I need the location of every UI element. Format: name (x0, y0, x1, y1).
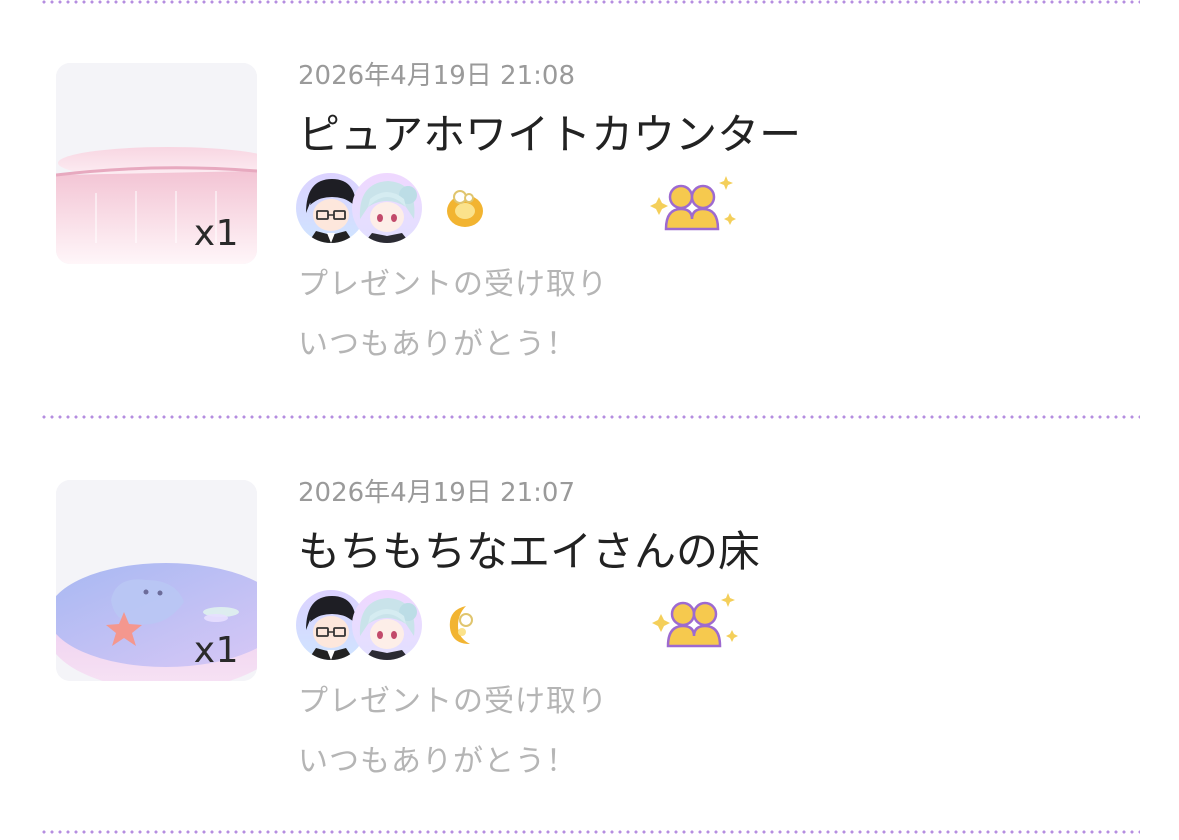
item-thumbnail-counter[interactable]: x1 (56, 63, 257, 264)
entry-divider (40, 415, 1140, 419)
gold-ring-icon (447, 190, 483, 227)
item-thumbnail-floor[interactable]: x1 (56, 480, 257, 681)
friends-sparkle-icon[interactable] (648, 173, 738, 243)
gift-entry[interactable]: x1 2026年4月19日 21:08 ピュアホワイトカウンター プレゼントの受… (0, 61, 1179, 423)
gift-message-line2: いつもありがとう！ (298, 744, 577, 779)
item-title: もちもちなエイさんの床 (298, 527, 761, 576)
avatar-girl-blue-hair-icon (359, 598, 417, 660)
gift-entry[interactable]: x1 2026年4月19日 21:07 もちもちなエイさんの床 プレゼントの受け… (0, 478, 1179, 840)
friends-sparkle-icon[interactable] (650, 590, 740, 660)
item-quantity: x1 (193, 630, 239, 671)
receiver-avatar[interactable] (352, 173, 422, 243)
receiver-avatar[interactable] (352, 590, 422, 660)
item-title: ピュアホワイトカウンター (298, 110, 802, 159)
top-divider (40, 0, 1140, 4)
avatar-girl-blue-hair-icon (359, 181, 417, 243)
item-quantity: x1 (193, 213, 239, 254)
gift-message-line1: プレゼントの受け取り (298, 267, 608, 302)
bottom-divider (40, 830, 1140, 834)
gold-moon-icon (449, 606, 473, 644)
gift-date: 2026年4月19日 21:07 (298, 478, 575, 508)
gift-message-line2: いつもありがとう！ (298, 327, 577, 362)
gift-message-line1: プレゼントの受け取り (298, 684, 608, 719)
gift-date: 2026年4月19日 21:08 (298, 61, 575, 91)
